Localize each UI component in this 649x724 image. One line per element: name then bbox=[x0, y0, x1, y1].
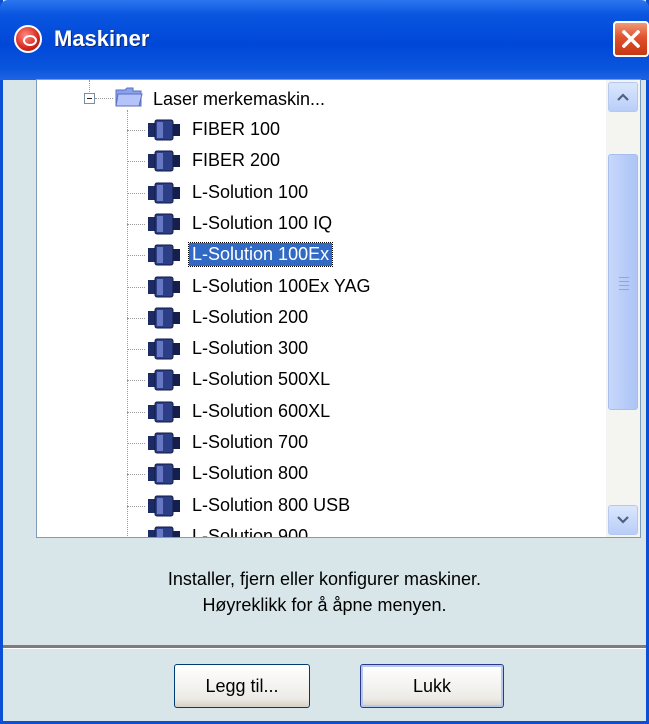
machine-icon bbox=[148, 119, 180, 141]
machine-icon bbox=[148, 495, 180, 517]
tree-connector bbox=[127, 349, 145, 350]
tree-item[interactable]: L-Solution 900 bbox=[37, 522, 597, 538]
tree-item[interactable]: L-Solution 800 bbox=[37, 459, 597, 489]
tree-item-label: L-Solution 800 bbox=[192, 463, 309, 483]
chevron-up-icon bbox=[617, 93, 629, 101]
tree-item-label: L-Solution 300 bbox=[192, 338, 309, 358]
tree-item-label: L-Solution 100Ex bbox=[187, 242, 334, 267]
machine-icon bbox=[148, 276, 180, 298]
scroll-down-button[interactable] bbox=[608, 505, 638, 535]
close-window-button[interactable] bbox=[613, 21, 649, 57]
tree-item[interactable]: L-Solution 700 bbox=[37, 428, 597, 458]
tree-item[interactable]: L-Solution 100 bbox=[37, 178, 597, 208]
tree-connector bbox=[127, 443, 145, 444]
machine-icon bbox=[148, 432, 180, 454]
close-button[interactable]: Lukk bbox=[360, 664, 504, 708]
machine-tree[interactable]: Laser merkemaskin... FIBER 100 FIBER 200 L… bbox=[36, 79, 641, 538]
tree-item-label: FIBER 200 bbox=[192, 150, 281, 170]
machine-icon bbox=[148, 463, 180, 485]
tree-item-label: L-Solution 200 bbox=[192, 307, 309, 327]
divider bbox=[3, 645, 646, 649]
tree-connector bbox=[127, 318, 145, 319]
tree-item[interactable]: L-Solution 500XL bbox=[37, 365, 597, 395]
tree-connector bbox=[127, 224, 145, 225]
chevron-down-icon bbox=[617, 516, 629, 524]
machine-icon bbox=[148, 338, 180, 360]
machine-icon bbox=[148, 401, 180, 423]
close-icon bbox=[622, 30, 640, 48]
machine-icon bbox=[148, 307, 180, 329]
tree-item-label: L-Solution 100 IQ bbox=[192, 213, 333, 233]
machine-icon bbox=[148, 244, 180, 266]
tree-item[interactable]: L-Solution 800 USB bbox=[37, 491, 597, 521]
add-machine-button[interactable]: Legg til... bbox=[174, 664, 310, 708]
tree-connector bbox=[127, 193, 145, 194]
tree-connector bbox=[127, 255, 145, 256]
tree-connector bbox=[127, 380, 145, 381]
tree-item[interactable]: L-Solution 100 IQ bbox=[37, 209, 597, 239]
collapse-toggle[interactable] bbox=[84, 93, 95, 104]
tree-connector bbox=[127, 161, 145, 162]
machine-icon bbox=[148, 182, 180, 204]
tree-item[interactable]: FIBER 200 bbox=[37, 146, 597, 176]
tree-item[interactable]: FIBER 100 bbox=[37, 115, 597, 145]
tree-item-label: L-Solution 900 bbox=[192, 526, 309, 538]
tree-item-label: FIBER 100 bbox=[192, 119, 281, 139]
vertical-scrollbar[interactable] bbox=[606, 80, 640, 537]
tree-item[interactable]: L-Solution 600XL bbox=[37, 397, 597, 427]
tree-item[interactable]: L-Solution 100Ex bbox=[37, 240, 597, 270]
tree-connector bbox=[127, 287, 145, 288]
title-bar[interactable]: Maskiner bbox=[0, 0, 649, 80]
window-title: Maskiner bbox=[54, 26, 150, 51]
tree-item-label: L-Solution 700 bbox=[192, 432, 309, 452]
machine-icon bbox=[148, 213, 180, 235]
app-icon bbox=[14, 25, 42, 53]
tree-item[interactable]: L-Solution 300 bbox=[37, 334, 597, 364]
machine-icon bbox=[148, 526, 180, 537]
tree-item-label: L-Solution 100Ex YAG bbox=[192, 276, 371, 296]
tree-item-label: L-Solution 500XL bbox=[192, 369, 331, 389]
info-text-line-1: Installer, fjern eller konfigurer maskin… bbox=[167, 569, 482, 589]
tree-root-label[interactable]: Laser merkemaskin... bbox=[153, 89, 325, 110]
tree-connector bbox=[127, 412, 145, 413]
tree-item-label: L-Solution 800 USB bbox=[192, 495, 351, 515]
tree-item-label: L-Solution 100 bbox=[192, 182, 309, 202]
info-text-line-2: Høyreklikk for å åpne menyen. bbox=[202, 595, 447, 615]
tree-connector bbox=[127, 474, 145, 475]
tree-connector bbox=[127, 537, 145, 538]
machine-icon bbox=[148, 369, 180, 391]
machines-dialog: Maskiner Laser merkemaskin... FIBER 100 F… bbox=[0, 0, 649, 724]
tree-item[interactable]: L-Solution 100Ex YAG bbox=[37, 272, 597, 302]
machine-icon bbox=[148, 150, 180, 172]
tree-item[interactable]: L-Solution 200 bbox=[37, 303, 597, 333]
scroll-thumb[interactable] bbox=[608, 154, 638, 410]
folder-icon bbox=[115, 87, 143, 107]
tree-item-label: L-Solution 600XL bbox=[192, 401, 331, 421]
tree-connector bbox=[95, 98, 113, 99]
tree-connector bbox=[89, 80, 90, 92]
scroll-up-button[interactable] bbox=[608, 82, 638, 112]
tree-connector bbox=[127, 130, 145, 131]
tree-connector bbox=[127, 506, 145, 507]
